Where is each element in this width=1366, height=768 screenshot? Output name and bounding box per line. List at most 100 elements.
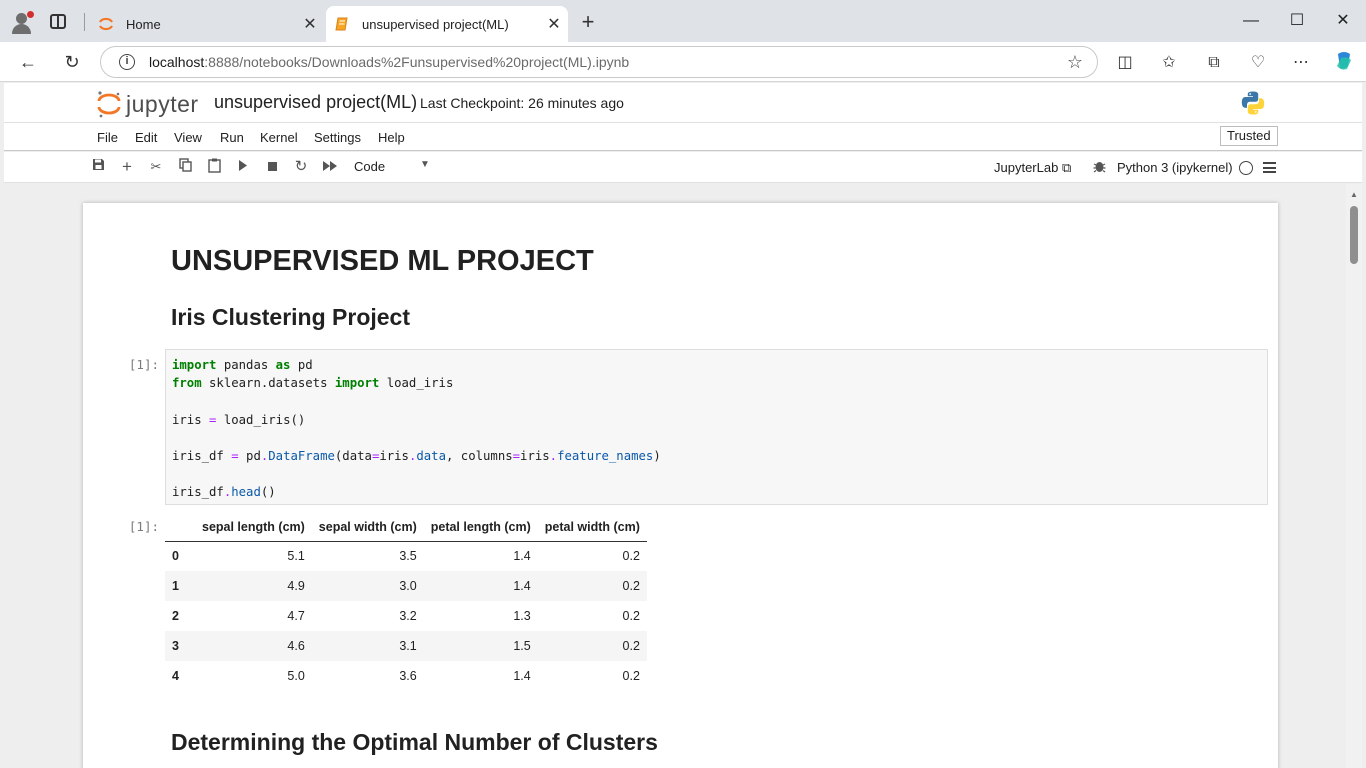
- cut-icon[interactable]: ✂: [147, 158, 165, 176]
- run-cell-icon[interactable]: [234, 158, 252, 176]
- window-close-icon[interactable]: ✕: [1320, 8, 1366, 34]
- heading-main: UNSUPERVISED ML PROJECT: [171, 245, 594, 277]
- jupyter-logo[interactable]: jupyter: [96, 87, 206, 119]
- tab-actions-icon[interactable]: [50, 14, 66, 29]
- table-cell: 1.5: [423, 631, 538, 661]
- column-header: sepal length (cm): [195, 513, 312, 542]
- column-header: petal length (cm): [423, 513, 538, 542]
- tab-title: Home: [126, 16, 161, 32]
- tab-title: unsupervised project(ML): [362, 16, 509, 32]
- column-header: sepal width (cm): [311, 513, 424, 542]
- menu-view[interactable]: View: [174, 130, 202, 145]
- favorite-star-icon[interactable]: ☆: [1067, 52, 1083, 73]
- menu-hamburger-icon[interactable]: [1263, 162, 1276, 173]
- menu-edit[interactable]: Edit: [135, 130, 157, 145]
- jupyter-favicon-icon: [98, 16, 114, 32]
- menu-kernel[interactable]: Kernel: [260, 130, 298, 145]
- row-index: 3: [165, 631, 195, 661]
- jupyter-header: jupyter unsupervised project(ML) Last Ch…: [4, 83, 1362, 123]
- kernel-status-idle-icon: [1239, 161, 1253, 175]
- close-icon[interactable]: ✕: [540, 14, 568, 34]
- profile-icon[interactable]: [10, 10, 34, 34]
- favorites-icon[interactable]: ✩: [1158, 52, 1180, 74]
- close-icon[interactable]: ✕: [296, 14, 324, 34]
- table-cell: 0.2: [537, 631, 647, 661]
- table-row: 2 4.7 3.2 1.3 0.2: [165, 601, 647, 631]
- minimize-icon[interactable]: —: [1228, 8, 1274, 34]
- scroll-up-icon[interactable]: ▲: [1350, 190, 1358, 199]
- table-cell: 1.4: [513, 549, 531, 564]
- table-cell: 5.1: [287, 549, 305, 564]
- row-index: 0: [172, 549, 179, 564]
- heading-optimal-clusters: Determining the Optimal Number of Cluste…: [171, 729, 658, 755]
- table-cell: 3.1: [311, 631, 424, 661]
- interrupt-kernel-icon[interactable]: [263, 158, 281, 176]
- table-cell: 0.2: [622, 669, 640, 683]
- table-cell: 4.7: [287, 609, 305, 623]
- dataframe-output: sepal length (cm) sepal width (cm) petal…: [165, 513, 647, 691]
- jupyter-logo-text: jupyter: [126, 91, 199, 117]
- browser-tab-bar: Home ✕ unsupervised project(ML) ✕ + — ☐ …: [0, 0, 1366, 42]
- row-index: 4: [172, 669, 179, 683]
- menu-help[interactable]: Help: [378, 130, 405, 145]
- vertical-scrollbar[interactable]: ▲: [1346, 184, 1362, 768]
- trusted-indicator[interactable]: Trusted: [1220, 126, 1278, 146]
- paste-icon[interactable]: [205, 158, 223, 176]
- table-header-row: sepal length (cm) sepal width (cm) petal…: [165, 513, 647, 542]
- table-cell: 4.9: [195, 571, 312, 601]
- browser-essentials-icon[interactable]: ♡: [1247, 52, 1269, 74]
- table-row: 1 4.9 3.0 1.4 0.2: [165, 571, 647, 601]
- cell-type-select[interactable]: Code: [354, 159, 385, 174]
- table-cell: 1.4: [513, 669, 531, 683]
- copy-icon[interactable]: [176, 158, 194, 176]
- tab-notebook[interactable]: unsupervised project(ML) ✕: [326, 6, 568, 42]
- address-bar[interactable]: i localhost:8888/notebooks/Downloads%2Fu…: [100, 46, 1098, 78]
- menu-file[interactable]: File: [97, 130, 118, 145]
- table-row: 3 4.6 3.1 1.5 0.2: [165, 631, 647, 661]
- column-header: petal width (cm): [537, 513, 647, 542]
- input-prompt: [1]:: [128, 357, 159, 372]
- heading-iris: Iris Clustering Project: [171, 304, 411, 330]
- notebook-panel: UNSUPERVISED ML PROJECT Iris Clustering …: [83, 203, 1278, 768]
- table-cell: 4.6: [195, 631, 312, 661]
- table-cell: 1.4: [423, 571, 538, 601]
- code-cell[interactable]: import pandas as pd from sklearn.dataset…: [165, 349, 1268, 505]
- table-cell: 5.0: [287, 669, 305, 683]
- restart-kernel-icon[interactable]: ↻: [292, 158, 310, 176]
- chevron-down-icon[interactable]: ▼: [420, 159, 430, 170]
- new-tab-plus-icon[interactable]: +: [576, 10, 600, 34]
- notebook-title[interactable]: unsupervised project(ML): [214, 92, 417, 113]
- kernel-name[interactable]: Python 3 (ipykernel): [1117, 160, 1233, 175]
- row-index: 1: [165, 571, 195, 601]
- back-arrow-icon[interactable]: ←: [16, 50, 40, 74]
- split-screen-icon[interactable]: ◫: [1114, 52, 1136, 74]
- code-text: import pandas as pd from sklearn.dataset…: [172, 358, 661, 500]
- maximize-icon[interactable]: ☐: [1274, 8, 1320, 34]
- debugger-bug-icon[interactable]: [1090, 159, 1108, 177]
- table-cell: 1.3: [513, 609, 531, 623]
- table-cell: 0.2: [537, 571, 647, 601]
- table-index-header: [165, 513, 195, 542]
- more-options-icon[interactable]: ⋯: [1290, 52, 1312, 74]
- url-host: localhost: [149, 54, 205, 70]
- site-info-icon[interactable]: i: [119, 54, 135, 70]
- external-link-icon: ⧉: [1061, 160, 1072, 175]
- save-icon[interactable]: [89, 158, 107, 176]
- copilot-icon[interactable]: [1332, 50, 1356, 74]
- restart-run-all-icon[interactable]: [321, 158, 339, 176]
- menu-settings[interactable]: Settings: [314, 130, 361, 145]
- tab-home[interactable]: Home ✕: [90, 6, 324, 42]
- reload-icon[interactable]: ↻: [60, 50, 84, 74]
- collections-icon[interactable]: ⧉: [1203, 52, 1225, 74]
- insert-cell-plus-icon[interactable]: +: [118, 158, 136, 176]
- jupyterlab-link[interactable]: JupyterLab ⧉: [994, 160, 1071, 176]
- address-toolbar: ← ↻ i localhost:8888/notebooks/Downloads…: [0, 42, 1366, 82]
- notebook-favicon-icon: [334, 16, 350, 32]
- table-cell: 3.5: [399, 549, 417, 564]
- scroll-thumb[interactable]: [1350, 206, 1358, 264]
- last-checkpoint: Last Checkpoint: 26 minutes ago: [420, 95, 624, 111]
- output-prompt: [1]:: [128, 519, 159, 534]
- menu-run[interactable]: Run: [220, 130, 244, 145]
- python-logo-icon: [1240, 90, 1266, 116]
- table-row: 4 5.0 3.6 1.4 0.2: [165, 661, 647, 691]
